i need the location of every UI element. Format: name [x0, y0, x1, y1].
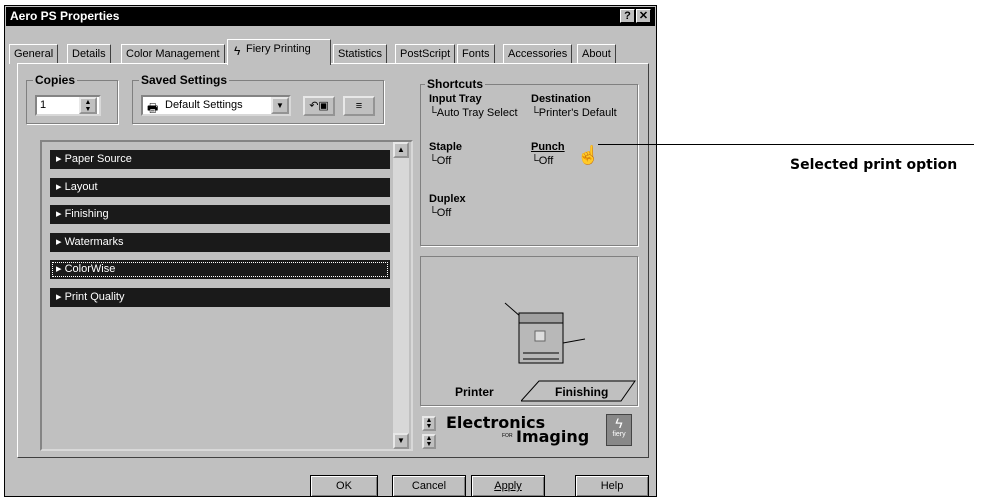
callout-text: Selected print option	[790, 157, 958, 173]
saved-settings-select[interactable]: 🖶 Default Settings ▼	[141, 95, 291, 116]
tab-accessories[interactable]: Accessories	[503, 44, 573, 64]
printer-icon: 🖶	[147, 101, 159, 115]
options-list: ▸ Paper Source ▸ Layout ▸ Finishing ▸ Wa…	[40, 140, 413, 451]
punch-label[interactable]: Punch	[531, 141, 565, 153]
title-bar: Aero PS Properties ? ✕	[6, 7, 655, 26]
punch-value[interactable]: └Off	[531, 155, 553, 167]
copies-value: 1	[40, 99, 47, 111]
tab-about[interactable]: About	[577, 44, 616, 64]
help-title-button[interactable]: ?	[620, 9, 635, 23]
copies-input[interactable]: 1 ▲ ▼	[35, 95, 101, 116]
vertical-scrollbar[interactable]: ▲ ▼	[393, 142, 409, 449]
lightning-icon: ϟ	[615, 415, 623, 431]
section-layout[interactable]: ▸ Layout	[50, 178, 390, 197]
section-label: ColorWise	[64, 263, 116, 275]
tab-postscript[interactable]: PostScript	[395, 44, 456, 64]
shortcuts-label: Shortcuts	[425, 77, 486, 91]
close-title-button[interactable]: ✕	[636, 9, 651, 23]
section-label: Finishing	[64, 208, 109, 220]
staple-text: Off	[436, 155, 452, 167]
fiery-logo-text: fiery	[612, 431, 626, 438]
callout-line	[598, 144, 974, 145]
duplex-label[interactable]: Duplex	[429, 193, 466, 205]
section-print-quality[interactable]: ▸ Print Quality	[50, 288, 390, 307]
copies-spinner[interactable]: ▲ ▼	[79, 97, 97, 114]
cancel-button[interactable]: Cancel	[392, 475, 466, 497]
finishing-view-tab[interactable]: Finishing	[555, 385, 608, 399]
printer-image	[504, 302, 586, 364]
move-up-icon[interactable]: ▲ ▼	[422, 416, 436, 431]
saved-settings-label: Saved Settings	[139, 73, 230, 87]
properties-window: Aero PS Properties ? ✕ General Details C…	[4, 5, 657, 497]
destination-value[interactable]: └Printer's Default	[531, 107, 617, 119]
section-paper-source[interactable]: ▸ Paper Source	[50, 150, 390, 169]
section-label: Paper Source	[64, 153, 132, 165]
manage-settings-button[interactable]: ≡	[343, 96, 375, 116]
copies-label: Copies	[33, 73, 78, 87]
ok-button[interactable]: OK	[310, 475, 378, 497]
input-tray-text: Auto Tray Select	[436, 107, 518, 119]
duplex-value[interactable]: └Off	[429, 207, 451, 219]
hand-cursor-icon: ☝	[577, 145, 600, 165]
section-finishing[interactable]: ▸ Finishing	[50, 205, 390, 224]
input-tray-label[interactable]: Input Tray	[429, 93, 482, 105]
printer-view-tab[interactable]: Printer	[455, 385, 525, 403]
tab-panel: Copies 1 ▲ ▼ Saved Settings 🖶 Default Set…	[17, 63, 649, 458]
saved-settings-value: Default Settings	[165, 99, 243, 111]
section-label: Layout	[64, 181, 98, 193]
apply-button[interactable]: Apply	[471, 475, 545, 497]
window-title: Aero PS Properties	[10, 9, 120, 23]
tab-color-management[interactable]: Color Management	[121, 44, 225, 64]
tab-general[interactable]: General	[9, 44, 59, 64]
destination-text: Printer's Default	[538, 107, 617, 119]
section-label: Print Quality	[64, 291, 125, 303]
tab-statistics[interactable]: Statistics	[333, 44, 388, 64]
scroll-up-icon[interactable]: ▲	[393, 142, 409, 158]
move-down-icon[interactable]: ▲ ▼	[422, 434, 436, 449]
chevron-down-icon[interactable]: ▼	[271, 97, 289, 114]
tab-fonts[interactable]: Fonts	[457, 44, 495, 64]
tab-fiery-printing[interactable]: ϟ Fiery Printing	[227, 39, 331, 65]
staple-value[interactable]: └Off	[429, 155, 451, 167]
staple-label[interactable]: Staple	[429, 141, 462, 153]
scroll-down-icon[interactable]: ▼	[393, 433, 409, 449]
input-tray-value[interactable]: └Auto Tray Select	[429, 107, 518, 119]
fiery-logo: ϟ fiery	[606, 414, 632, 446]
printer-preview: Printer Finishing	[420, 256, 638, 406]
section-label: Watermarks	[64, 236, 124, 248]
duplex-text: Off	[436, 207, 452, 219]
copies-group: Copies 1 ▲ ▼	[26, 73, 118, 124]
efi-logo-line2: Imaging	[516, 427, 590, 446]
shortcuts-group: Shortcuts Input Tray └Auto Tray Select D…	[420, 77, 638, 246]
section-watermarks[interactable]: ▸ Watermarks	[50, 233, 390, 252]
save-settings-button[interactable]: ↶▣	[303, 96, 335, 116]
efi-logo-for: FOR	[502, 433, 513, 439]
section-colorwise[interactable]: ▸ ColorWise	[50, 260, 390, 279]
tab-details[interactable]: Details	[67, 44, 111, 64]
tab-fiery-printing-label: Fiery Printing	[246, 43, 311, 55]
lightning-icon: ϟ	[234, 44, 241, 58]
help-button[interactable]: Help	[575, 475, 649, 497]
punch-text: Off	[538, 155, 554, 167]
destination-label[interactable]: Destination	[531, 93, 591, 105]
saved-settings-group: Saved Settings 🖶 Default Settings ▼ ↶▣ ≡	[132, 73, 384, 124]
